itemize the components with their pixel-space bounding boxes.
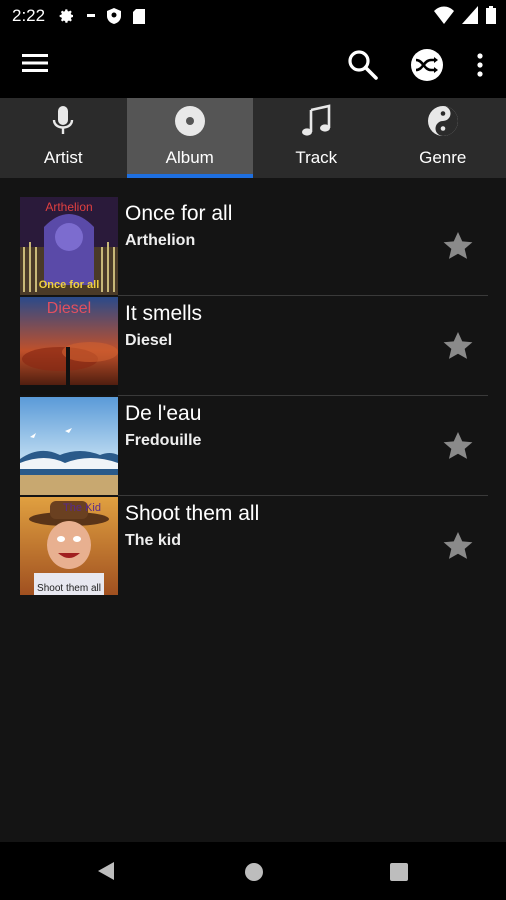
dash-icon — [87, 14, 96, 17]
album-artist: Fredouille — [125, 432, 202, 449]
tab-track[interactable]: Track — [253, 98, 380, 178]
star-icon[interactable] — [442, 430, 474, 462]
album-title: De l'eau — [125, 402, 202, 425]
album-artist: Diesel — [125, 332, 173, 349]
app-bar — [0, 32, 506, 98]
sd-card-icon — [133, 8, 146, 24]
active-tab-indicator — [126, 174, 253, 178]
shuffle-icon[interactable] — [410, 48, 444, 82]
album-title: It smells — [125, 302, 203, 325]
star-icon[interactable] — [442, 530, 474, 562]
disc-icon — [174, 106, 205, 136]
album-title: Shoot them all — [125, 502, 260, 525]
wifi-icon — [434, 6, 454, 24]
recents-icon[interactable] — [390, 863, 408, 881]
system-nav-bar — [0, 842, 506, 900]
more-options-icon[interactable] — [470, 48, 490, 82]
status-time: 2:22 — [12, 6, 46, 25]
status-bar: 2:22 — [0, 0, 506, 32]
microphone-icon — [53, 106, 74, 134]
album-cover: Arthelion Once for all — [20, 197, 118, 295]
album-cover — [20, 397, 118, 495]
album-list-item[interactable]: Arthelion Once for all Once for all Arth… — [20, 196, 488, 296]
back-icon[interactable] — [96, 860, 116, 882]
tab-label: Artist — [43, 148, 83, 167]
tab-album[interactable]: Album — [126, 98, 253, 178]
tab-label: Genre — [419, 148, 467, 167]
yin-yang-icon — [427, 106, 458, 136]
album-list-item[interactable]: Diesel It smells Diesel — [20, 296, 488, 396]
star-icon[interactable] — [442, 230, 474, 262]
tab-label: Album — [165, 148, 214, 167]
album-list-item[interactable]: De l'eau Fredouille — [20, 396, 488, 496]
album-cover-subtitle-text: Once for all — [39, 279, 100, 291]
album-title: Once for all — [125, 202, 233, 225]
album-list: Arthelion Once for all Once for all Arth… — [20, 196, 488, 596]
album-cover: The Kid Shoot them all — [20, 497, 118, 595]
tab-artist[interactable]: Artist — [0, 98, 127, 178]
album-cover-title-text: Diesel — [47, 300, 91, 317]
shield-icon — [107, 8, 122, 24]
cell-signal-icon — [462, 6, 478, 24]
star-icon[interactable] — [442, 330, 474, 362]
music-note-icon — [302, 104, 331, 136]
home-icon[interactable] — [244, 862, 264, 882]
album-cover-title-text: Arthelion — [45, 200, 92, 214]
settings-icon — [59, 9, 74, 23]
tab-bar: Artist Album Track Genre — [0, 98, 506, 178]
battery-icon — [486, 6, 496, 24]
album-cover-subtitle-text: Shoot them all — [37, 583, 101, 594]
tab-genre[interactable]: Genre — [380, 98, 506, 178]
album-artist: Arthelion — [125, 232, 196, 249]
tab-label: Track — [295, 148, 338, 167]
album-artist: The kid — [125, 532, 182, 549]
search-icon[interactable] — [346, 48, 380, 82]
album-cover: Diesel — [20, 297, 118, 395]
album-list-item[interactable]: The Kid Shoot them all Shoot them all Th… — [20, 496, 488, 596]
menu-icon[interactable] — [22, 52, 48, 74]
album-cover-title-text: The Kid — [63, 502, 101, 514]
